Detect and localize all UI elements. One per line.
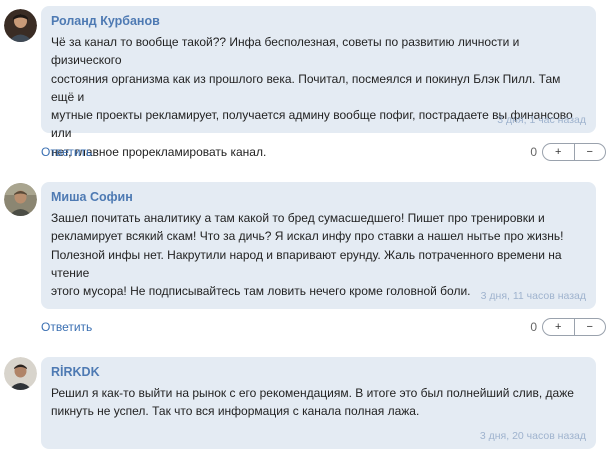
downvote-button[interactable]: −: [575, 319, 606, 335]
reply-link[interactable]: Ответить: [41, 145, 92, 159]
downvote-button[interactable]: −: [575, 144, 606, 160]
comment-bubble: Миша Софин Зашел почитать аналитику а та…: [41, 182, 596, 309]
comment-author[interactable]: RİRKDK: [51, 364, 586, 380]
vote-control: + −: [542, 318, 606, 336]
avatar[interactable]: [4, 357, 37, 390]
avatar[interactable]: [4, 183, 37, 216]
comment-text: Решил я как-то выйти на рынок с его реко…: [51, 386, 574, 419]
comment-timestamp[interactable]: 3 дня, 11 часов назад: [481, 290, 586, 302]
comment-timestamp[interactable]: 3 дня, 20 часов назад: [480, 430, 586, 442]
vote-score: 0: [530, 145, 537, 159]
vote-score: 0: [530, 320, 537, 334]
comment-text: Чё за канал то вообще такой?? Инфа беспо…: [51, 35, 573, 159]
upvote-button[interactable]: +: [543, 144, 574, 160]
comment-author[interactable]: Роланд Курбанов: [51, 13, 586, 29]
comment-actions: Ответить 0 + −: [41, 318, 606, 338]
upvote-button[interactable]: +: [543, 319, 574, 335]
reply-link[interactable]: Ответить: [41, 320, 92, 334]
vote-control: + −: [542, 143, 606, 161]
comment-actions: Ответить 0 + −: [41, 143, 606, 163]
avatar[interactable]: [4, 9, 37, 42]
comment-bubble: Роланд Курбанов Чё за канал то вообще та…: [41, 6, 596, 159]
comment-timestamp[interactable]: 3 дня, 1 час назад: [497, 114, 586, 126]
comment-bubble: RİRKDK Решил я как-то выйти на рынок с е…: [41, 357, 596, 449]
comment-text: Зашел почитать аналитику а там какой то …: [51, 211, 564, 299]
comment-author[interactable]: Миша Софин: [51, 189, 586, 205]
